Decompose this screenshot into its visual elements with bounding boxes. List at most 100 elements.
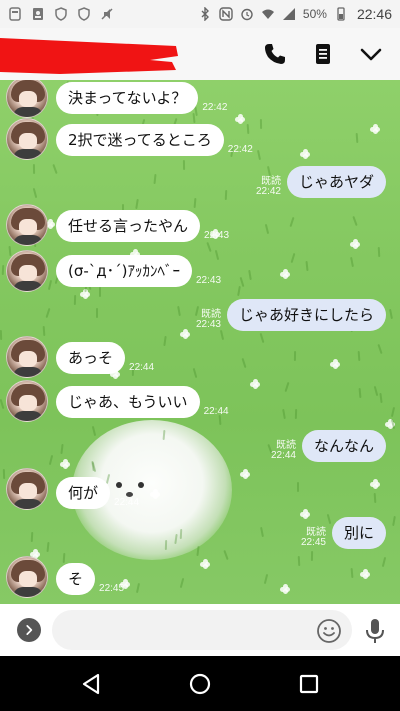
grass-decoration <box>350 567 354 579</box>
incoming-message-bubble[interactable]: そ <box>56 563 96 595</box>
grass-decoration <box>0 398 5 410</box>
grass-decoration <box>206 241 212 253</box>
clover-decoration <box>370 124 380 135</box>
contact-avatar[interactable] <box>6 250 48 292</box>
collapse-button[interactable] <box>358 41 384 67</box>
grass-decoration <box>379 392 383 404</box>
grass-decoration <box>32 163 36 175</box>
message-timestamp: 22:42 <box>227 144 253 155</box>
contact-avatar[interactable] <box>6 204 48 246</box>
incoming-message-bubble[interactable]: じゃあ、もういい <box>56 386 200 418</box>
grass-decoration <box>193 197 197 209</box>
message-timestamp: 22:45 <box>99 583 125 594</box>
grass-decoration <box>177 305 181 317</box>
incoming-message-bubble[interactable]: 任せる言ったやん <box>56 210 201 242</box>
grass-decoration <box>355 132 359 144</box>
message-timestamp: 22:45 <box>300 537 326 548</box>
recents-button[interactable] <box>296 671 322 697</box>
grass-decoration <box>8 245 12 257</box>
shield-icon <box>77 7 91 21</box>
grass-decoration <box>1 264 5 276</box>
grass-decoration <box>163 335 167 347</box>
system-navigation-bar <box>0 656 400 711</box>
nfc-icon <box>219 7 233 21</box>
message-input-bar <box>0 604 400 656</box>
message-timestamp: 22:43 <box>195 319 221 330</box>
notification-icon <box>8 7 22 21</box>
message-timestamp: 22:44 <box>129 362 155 373</box>
incoming-message-bubble[interactable]: (σ-`д･´)ｱｯｶﾝﾍﾞｰ <box>56 255 192 287</box>
grass-decoration <box>182 159 186 171</box>
back-triangle-icon <box>82 673 100 695</box>
grass-decoration <box>297 482 299 492</box>
recents-square-icon <box>299 674 319 694</box>
grass-decoration <box>214 249 220 261</box>
expand-button[interactable] <box>17 618 41 642</box>
contact-avatar[interactable] <box>6 80 48 118</box>
alarm-icon <box>240 7 254 21</box>
contact-avatar[interactable] <box>6 336 48 378</box>
grass-decoration <box>192 367 198 379</box>
message-timestamp: 22:42 <box>202 102 228 113</box>
grass-decoration <box>96 308 98 318</box>
redacted-chat-title <box>0 34 182 74</box>
grass-decoration <box>381 556 387 568</box>
chat-area[interactable]: 決まってないよ？ 22:42 2択で迷ってるところ 22:42 じゃあヤダ 既読 22:42… <box>0 80 400 604</box>
grass-decoration <box>62 552 66 564</box>
outgoing-message-bubble[interactable]: なんなん <box>301 430 386 462</box>
grass-decoration <box>32 187 38 199</box>
contacts-icon <box>31 7 45 21</box>
grass-decoration <box>373 385 379 397</box>
microphone-icon <box>366 619 384 643</box>
message-timestamp: 22:44 <box>270 450 296 461</box>
grass-decoration <box>223 549 229 561</box>
call-button[interactable] <box>262 41 288 67</box>
grass-decoration <box>358 387 362 399</box>
grass-decoration <box>135 582 141 594</box>
incoming-message-bubble[interactable]: 決まってないよ？ <box>56 82 199 114</box>
contact-avatar[interactable] <box>6 118 48 160</box>
smiley-icon <box>317 619 341 643</box>
emoji-button[interactable] <box>316 618 342 644</box>
grass-decoration <box>52 163 58 175</box>
chat-header <box>0 28 400 80</box>
back-button[interactable] <box>78 671 104 697</box>
grass-decoration <box>294 408 298 420</box>
grass-decoration <box>224 189 228 201</box>
contact-avatar[interactable] <box>6 468 48 510</box>
outgoing-message-bubble[interactable]: じゃあ好きにしたら <box>226 299 386 331</box>
read-receipt: 既読 <box>305 527 326 538</box>
home-circle-icon <box>189 673 211 695</box>
grass-decoration <box>390 406 396 418</box>
grass-decoration <box>237 285 241 297</box>
clover-decoration <box>280 584 290 595</box>
message-input[interactable] <box>52 610 352 650</box>
clover-decoration <box>180 329 190 340</box>
voice-button[interactable] <box>364 618 386 644</box>
incoming-message-bubble[interactable]: 何が <box>56 477 111 509</box>
grass-decoration <box>297 555 301 567</box>
grass-decoration <box>377 343 383 355</box>
clover-decoration <box>150 489 160 500</box>
grass-decoration <box>135 198 139 210</box>
outgoing-message-bubble[interactable]: じゃあヤダ <box>286 166 386 198</box>
clover-decoration <box>280 269 290 280</box>
grass-decoration <box>282 408 286 420</box>
battery-icon <box>334 7 348 21</box>
grass-decoration <box>179 577 185 589</box>
contact-avatar[interactable] <box>6 556 48 598</box>
grass-decoration <box>305 260 309 272</box>
grass-decoration <box>293 350 297 362</box>
incoming-message-bubble[interactable]: あっそ <box>56 342 126 374</box>
bluetooth-icon <box>198 6 212 22</box>
contact-avatar[interactable] <box>6 380 48 422</box>
home-button[interactable] <box>187 671 213 697</box>
signal-icon <box>282 7 296 21</box>
outgoing-message-bubble[interactable]: 別に <box>331 517 386 549</box>
grass-decoration <box>263 573 269 585</box>
incoming-message-bubble[interactable]: 2択で迷ってるところ <box>56 124 224 156</box>
grass-decoration <box>194 305 200 317</box>
message-timestamp: 22:44 <box>203 406 229 417</box>
grass-decoration <box>60 443 64 455</box>
menu-button[interactable] <box>310 41 336 67</box>
